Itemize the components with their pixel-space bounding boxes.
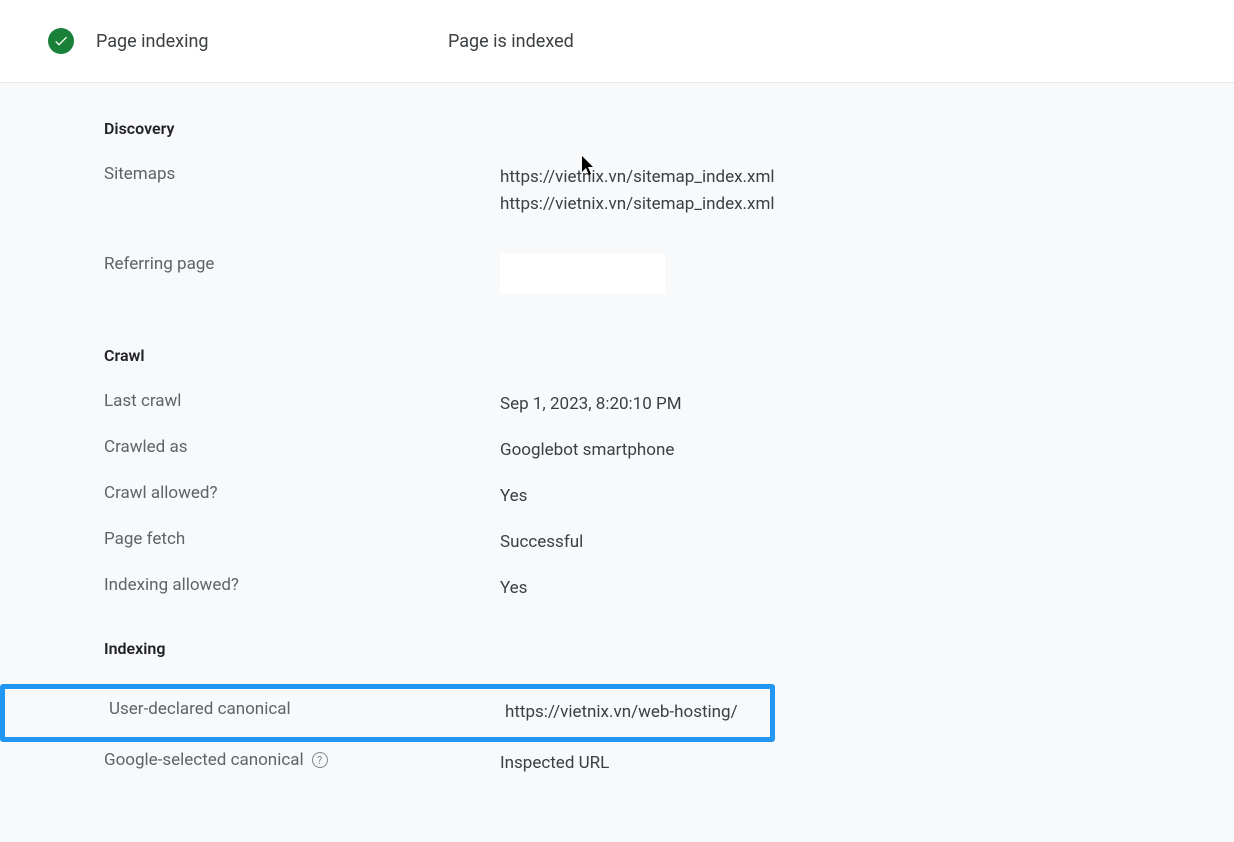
google-canonical-label: Google-selected canonical ? <box>104 750 500 770</box>
google-canonical-value: Inspected URL <box>500 750 609 777</box>
highlight-box: User-declared canonical https://vietnix.… <box>0 684 775 742</box>
last-crawl-value: Sep 1, 2023, 8:20:10 PM <box>500 391 682 418</box>
page-fetch-row: Page fetch Successful <box>104 529 1234 557</box>
google-canonical-label-text: Google-selected canonical <box>104 750 304 770</box>
header-title: Page indexing <box>96 31 426 52</box>
crawl-section-title: Crawl <box>104 346 1234 365</box>
user-canonical-row: User-declared canonical https://vietnix.… <box>109 699 770 727</box>
header-row: Page indexing Page is indexed <box>0 0 1234 83</box>
referring-page-blank <box>500 254 665 294</box>
help-icon[interactable]: ? <box>312 752 328 768</box>
google-canonical-row: Google-selected canonical ? Inspected UR… <box>104 750 1234 778</box>
indexing-allowed-row: Indexing allowed? Yes <box>104 575 1234 603</box>
referring-page-label: Referring page <box>104 254 500 274</box>
crawl-allowed-row: Crawl allowed? Yes <box>104 483 1234 511</box>
sitemap-url-2[interactable]: https://vietnix.vn/sitemap_index.xml <box>500 191 774 218</box>
header-status: Page is indexed <box>448 31 574 52</box>
last-crawl-label: Last crawl <box>104 391 500 411</box>
crawled-as-value: Googlebot smartphone <box>500 437 674 464</box>
page-fetch-label: Page fetch <box>104 529 500 549</box>
crawl-allowed-value: Yes <box>500 483 527 510</box>
referring-page-row: Referring page <box>104 254 1234 328</box>
page-fetch-value: Successful <box>500 529 583 556</box>
indexing-allowed-label: Indexing allowed? <box>104 575 500 595</box>
user-canonical-label: User-declared canonical <box>109 699 505 719</box>
check-icon <box>48 28 74 54</box>
last-crawl-row: Last crawl Sep 1, 2023, 8:20:10 PM <box>104 391 1234 419</box>
sitemaps-value: https://vietnix.vn/sitemap_index.xml htt… <box>500 164 774 218</box>
sitemaps-row: Sitemaps https://vietnix.vn/sitemap_inde… <box>104 164 1234 238</box>
crawled-as-label: Crawled as <box>104 437 500 457</box>
sitemap-url-1[interactable]: https://vietnix.vn/sitemap_index.xml <box>500 164 774 191</box>
indexing-section-title: Indexing <box>104 639 1234 658</box>
user-canonical-value[interactable]: https://vietnix.vn/web-hosting/ <box>505 699 738 726</box>
referring-page-value <box>500 254 665 303</box>
indexing-allowed-value: Yes <box>500 575 527 602</box>
crawl-allowed-label: Crawl allowed? <box>104 483 500 503</box>
crawled-as-row: Crawled as Googlebot smartphone <box>104 437 1234 465</box>
discovery-section-title: Discovery <box>104 119 1234 138</box>
sitemaps-label: Sitemaps <box>104 164 500 184</box>
